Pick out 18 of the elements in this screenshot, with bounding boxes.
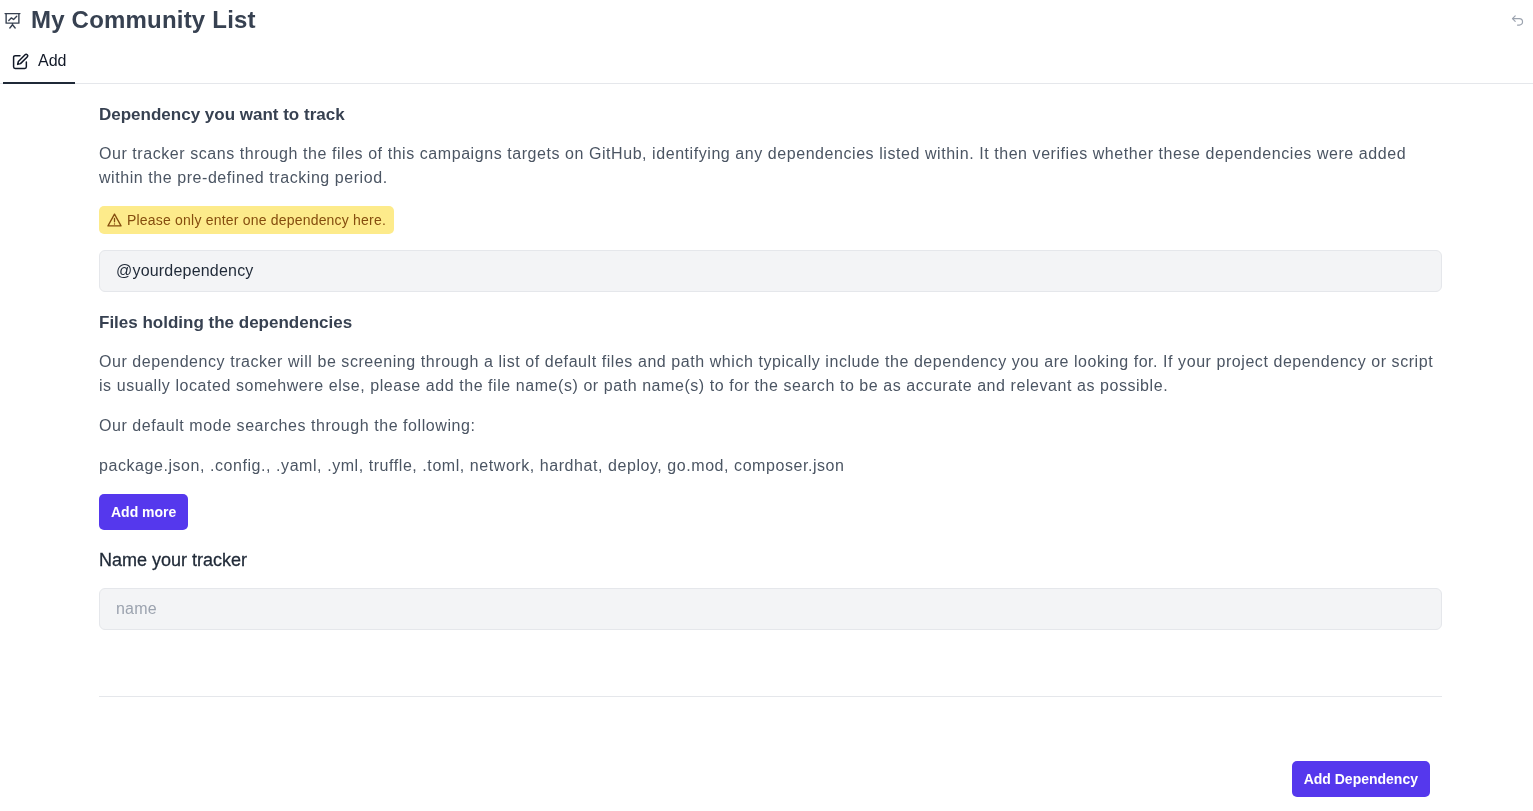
undo-icon[interactable] (1511, 14, 1524, 26)
section-description: Our tracker scans through the files of this campaigns targets on GitHub, identifying any dependencies listed within. It then verifies whether these dependencies were added within the pre-defined tracking period. (99, 144, 1408, 188)
warning-icon (107, 213, 122, 227)
section-heading: Files holding the dependencies (99, 312, 353, 334)
edit-icon (12, 52, 29, 70)
add-more-button[interactable]: Add more (99, 494, 189, 530)
presentation-chart-icon (4, 11, 21, 29)
add-tab[interactable]: Add (3, 40, 76, 84)
tracker-name-input[interactable]: name (99, 588, 1442, 630)
section-paragraph: Our dependency tracker will be screening through a list of default files and path which typically include the dependency you are looking for. If your project dependency or script is usually located somehwere else, please add the file name(s) or path name(s) to for the search to be as accurate and relevant as possible. (99, 352, 1435, 396)
dependency-input[interactable]: @yourdependency (99, 250, 1442, 292)
section-paragraph: package.json, .config., .yaml, .yml, truffle, .toml, network, hardhat, deploy, go.mod, composer.json (99, 456, 845, 476)
section-paragraph: Our default mode searches through the following: (99, 416, 476, 436)
section-heading: Dependency you want to track (99, 104, 345, 126)
section-heading: Name your tracker (99, 549, 248, 572)
warning-text: Please only enter one dependency here. (127, 212, 386, 228)
add-dependency-button[interactable]: Add Dependency (1291, 761, 1430, 797)
page-title: My Community List (31, 6, 256, 34)
